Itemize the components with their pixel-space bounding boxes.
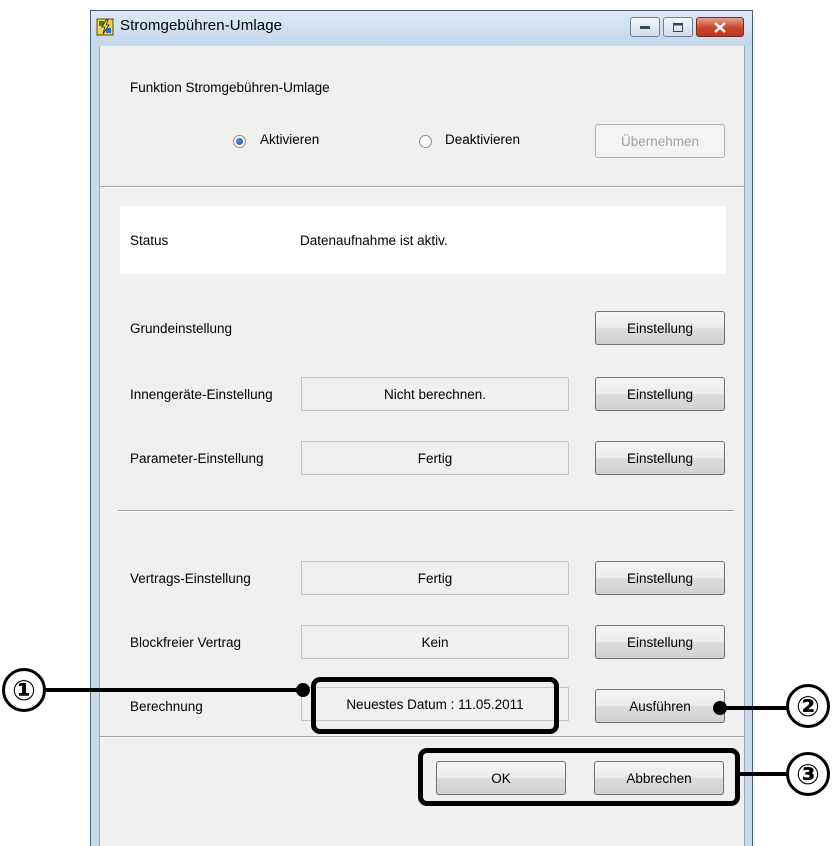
minimize-icon xyxy=(640,26,650,29)
callout-line-1 xyxy=(44,688,308,692)
blockfree-contract-value: Kein xyxy=(301,625,569,659)
callout-line-2 xyxy=(725,706,789,710)
callout-marker-2: ② xyxy=(786,684,830,728)
status-label: Status xyxy=(130,233,169,248)
function-heading: Funktion Stromgebühren-Umlage xyxy=(130,80,330,95)
contract-settings-button[interactable]: Einstellung xyxy=(595,561,725,595)
contract-settings-label: Vertrags-Einstellung xyxy=(130,571,251,586)
close-icon xyxy=(714,21,726,33)
activate-radio[interactable] xyxy=(233,135,246,148)
basic-settings-label: Grundeinstellung xyxy=(130,321,233,336)
maximize-button[interactable] xyxy=(663,17,693,37)
callout-line-3 xyxy=(738,772,788,776)
execute-button[interactable]: Ausführen xyxy=(595,689,725,723)
app-icon xyxy=(96,18,114,36)
parameter-settings-label: Parameter-Einstellung xyxy=(130,451,264,466)
parameter-settings-value: Fertig xyxy=(301,441,569,475)
parameter-settings-button[interactable]: Einstellung xyxy=(595,441,725,475)
callout-box-3 xyxy=(418,748,740,806)
blockfree-contract-label: Blockfreier Vertrag xyxy=(130,635,242,650)
basic-settings-button[interactable]: Einstellung xyxy=(595,311,725,345)
deactivate-radio-label[interactable]: Deaktivieren xyxy=(445,132,520,147)
maximize-icon xyxy=(673,22,683,32)
divider xyxy=(100,736,744,738)
blockfree-contract-button[interactable]: Einstellung xyxy=(595,625,725,659)
contract-settings-value: Fertig xyxy=(301,561,569,595)
calculation-label: Berechnung xyxy=(130,699,203,714)
callout-marker-3: ③ xyxy=(786,752,830,796)
callout-dot-1 xyxy=(296,683,310,697)
indoor-unit-settings-label: Innengeräte-Einstellung xyxy=(130,387,273,402)
minimize-button[interactable] xyxy=(630,17,660,37)
indoor-unit-settings-value: Nicht berechnen. xyxy=(301,377,569,411)
callout-box-1 xyxy=(311,677,559,734)
callout-marker-1: ① xyxy=(2,668,46,712)
apply-button[interactable]: Übernehmen xyxy=(595,124,725,158)
divider xyxy=(100,186,744,188)
deactivate-radio[interactable] xyxy=(419,135,432,148)
close-button[interactable] xyxy=(696,17,744,37)
window-title: Stromgebühren-Umlage xyxy=(120,17,283,34)
divider xyxy=(118,510,734,512)
indoor-unit-settings-button[interactable]: Einstellung xyxy=(595,377,725,411)
activate-radio-label[interactable]: Aktivieren xyxy=(260,132,319,147)
status-value: Datenaufnahme ist aktiv. xyxy=(300,233,448,248)
